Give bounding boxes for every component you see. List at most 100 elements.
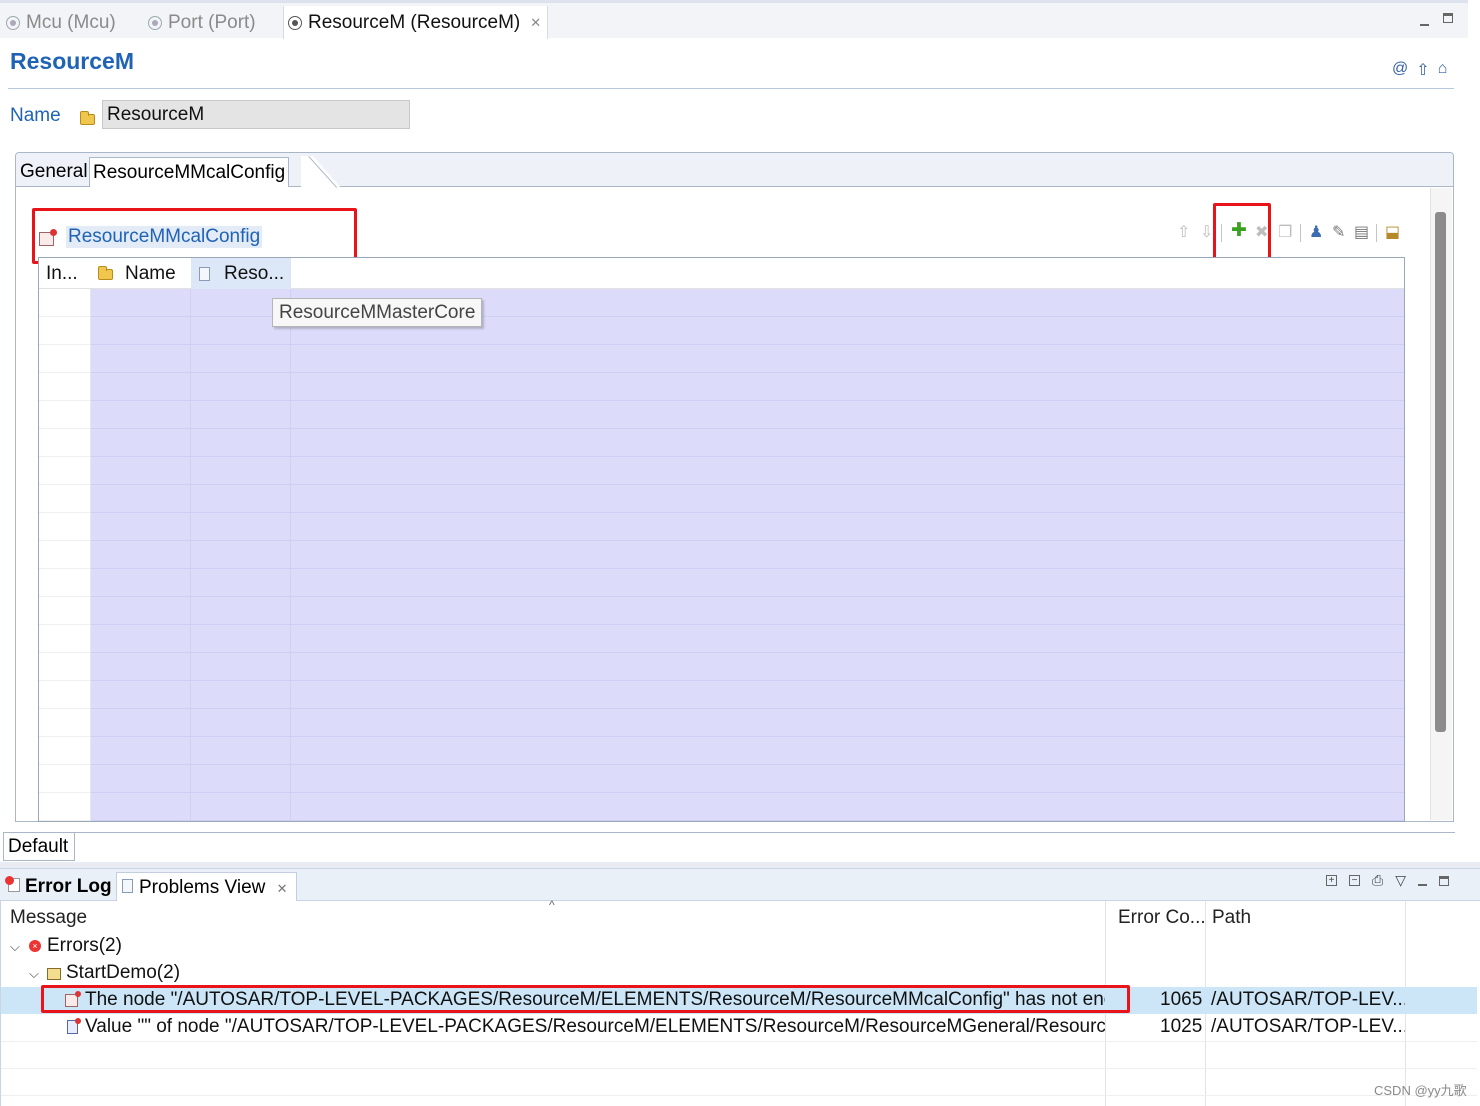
copy-icon[interactable]: ❐ bbox=[1278, 222, 1292, 242]
row-divider bbox=[39, 484, 90, 485]
tab-error-log[interactable]: Error Log bbox=[25, 872, 112, 901]
view-tab-bar: Error Log Problems View ✕ bbox=[0, 868, 1480, 901]
editor-tab-icon bbox=[6, 15, 20, 30]
problem-path: /AUTOSAR/TOP-LEV... bbox=[1211, 989, 1405, 1010]
view-menu-icon[interactable]: ▽ bbox=[1395, 872, 1406, 889]
close-icon[interactable]: ✕ bbox=[277, 881, 288, 896]
name-field[interactable] bbox=[102, 100, 410, 129]
row-divider bbox=[91, 456, 1404, 457]
column-header-error-code[interactable]: Error Co... bbox=[1118, 907, 1206, 929]
column-divider bbox=[190, 289, 191, 821]
edit-icon[interactable]: ✎ bbox=[1332, 222, 1345, 242]
watermark: CSDN @yy九歌 bbox=[1374, 1083, 1467, 1098]
chevron-down-icon[interactable]: ⌵ bbox=[29, 966, 39, 982]
filter-icon[interactable]: ⎙ bbox=[1372, 872, 1383, 889]
tab-edge bbox=[301, 156, 341, 188]
editor-tab-resourcem[interactable]: ResourceM (ResourceM) ✕ bbox=[283, 6, 549, 39]
minimize-icon[interactable] bbox=[1417, 873, 1427, 889]
problem-error-code: 1065 bbox=[1160, 989, 1203, 1010]
home-icon[interactable]: ⌂ bbox=[1438, 60, 1448, 80]
row-divider bbox=[1, 1095, 1477, 1096]
move-up-icon[interactable]: ⇧ bbox=[1177, 222, 1190, 242]
table-header: In... Name Reso... bbox=[39, 258, 1404, 289]
toolbar-separator bbox=[1376, 224, 1377, 242]
value-error-icon bbox=[67, 1018, 81, 1034]
maximize-icon[interactable] bbox=[1443, 12, 1453, 26]
row-divider bbox=[91, 540, 1404, 541]
row-divider bbox=[39, 680, 90, 681]
row-divider bbox=[91, 792, 1404, 793]
maximize-icon[interactable] bbox=[1438, 873, 1449, 889]
tab-label: Port (Port) bbox=[168, 11, 256, 33]
column-header-message[interactable]: Message bbox=[10, 907, 87, 929]
config-table[interactable]: In... Name Reso... bbox=[38, 257, 1405, 822]
row-divider bbox=[39, 456, 90, 457]
row-divider bbox=[91, 708, 1404, 709]
editor-tab-icon bbox=[288, 15, 302, 30]
row-divider bbox=[39, 372, 90, 373]
row-divider bbox=[91, 652, 1404, 653]
problem-path: /AUTOSAR/TOP-LEV... bbox=[1211, 1016, 1405, 1037]
problem-project-label: StartDemo(2) bbox=[66, 962, 181, 983]
column-header-index[interactable]: In... bbox=[46, 258, 91, 289]
tab-label: ResourceM (ResourceM) bbox=[308, 11, 521, 33]
table-body bbox=[91, 289, 1404, 821]
tab-default[interactable]: Default bbox=[3, 832, 75, 861]
row-divider bbox=[39, 792, 90, 793]
name-label: Name bbox=[10, 105, 61, 126]
problem-row-errors[interactable]: ⌵ × Errors(2) bbox=[1, 933, 1477, 960]
row-divider bbox=[91, 372, 1404, 373]
row-divider bbox=[1, 1041, 1477, 1042]
highlight-problem-row bbox=[41, 985, 1130, 1013]
editor-tab-icon bbox=[148, 15, 162, 30]
chevron-down-icon[interactable]: ⌵ bbox=[10, 939, 20, 955]
column-header-path[interactable]: Path bbox=[1212, 907, 1251, 929]
bottom-tab-line bbox=[75, 832, 1455, 833]
row-divider bbox=[91, 344, 1404, 345]
tab-resourcemmcalconfig[interactable]: ResourceMMcalConfig bbox=[89, 157, 290, 187]
user-icon[interactable]: ♟ bbox=[1309, 222, 1323, 242]
link-icon[interactable]: @ bbox=[1392, 60, 1408, 80]
toolbar-separator bbox=[1300, 224, 1301, 242]
editor-tab-port[interactable]: Port (Port) bbox=[148, 6, 256, 39]
collapse-all-icon[interactable]: − bbox=[1349, 875, 1360, 886]
problem-row-1025[interactable]: Value "" of node "/AUTOSAR/TOP-LEVEL-PAC… bbox=[1, 1014, 1477, 1041]
row-divider bbox=[39, 540, 90, 541]
export-icon[interactable]: ⬓ bbox=[1385, 222, 1400, 242]
problem-row-project[interactable]: ⌵ StartDemo(2) bbox=[1, 960, 1477, 987]
minimize-icon[interactable] bbox=[1420, 15, 1429, 29]
row-divider bbox=[39, 316, 90, 317]
editor-tab-mcu[interactable]: Mcu (Mcu) bbox=[6, 6, 116, 39]
editor-tab-bar: Mcu (Mcu) Port (Port) ResourceM (Resourc… bbox=[0, 0, 1468, 39]
tab-problems-view[interactable]: Problems View ✕ bbox=[116, 872, 297, 901]
table-edit-icon[interactable]: ▤ bbox=[1354, 222, 1369, 242]
scrollbar-thumb[interactable] bbox=[1435, 212, 1446, 732]
highlight-section-title bbox=[32, 208, 357, 264]
row-divider bbox=[39, 652, 90, 653]
row-divider bbox=[1, 1068, 1477, 1069]
view-toolbar: + − ⎙ ▽ bbox=[1326, 872, 1449, 889]
row-divider bbox=[91, 736, 1404, 737]
row-divider bbox=[91, 568, 1404, 569]
row-divider bbox=[91, 596, 1404, 597]
problems-icon bbox=[122, 879, 133, 893]
close-icon[interactable]: ✕ bbox=[530, 15, 541, 31]
expand-all-icon[interactable]: + bbox=[1326, 875, 1337, 886]
up-icon[interactable]: ⇧ bbox=[1416, 60, 1429, 80]
row-divider bbox=[39, 400, 90, 401]
row-divider bbox=[39, 708, 90, 709]
move-down-icon[interactable]: ⇩ bbox=[1200, 222, 1213, 242]
row-divider bbox=[39, 736, 90, 737]
row-divider bbox=[91, 624, 1404, 625]
package-icon bbox=[47, 968, 61, 980]
editor-title: ResourceM bbox=[10, 48, 134, 74]
document-icon bbox=[199, 267, 210, 281]
column-header-name[interactable]: Name bbox=[125, 258, 185, 289]
row-divider bbox=[91, 484, 1404, 485]
tab-general[interactable]: General bbox=[17, 157, 91, 187]
row-divider bbox=[91, 428, 1404, 429]
folder-icon bbox=[98, 266, 113, 280]
row-divider bbox=[39, 344, 90, 345]
row-divider bbox=[39, 764, 90, 765]
row-divider bbox=[91, 512, 1404, 513]
